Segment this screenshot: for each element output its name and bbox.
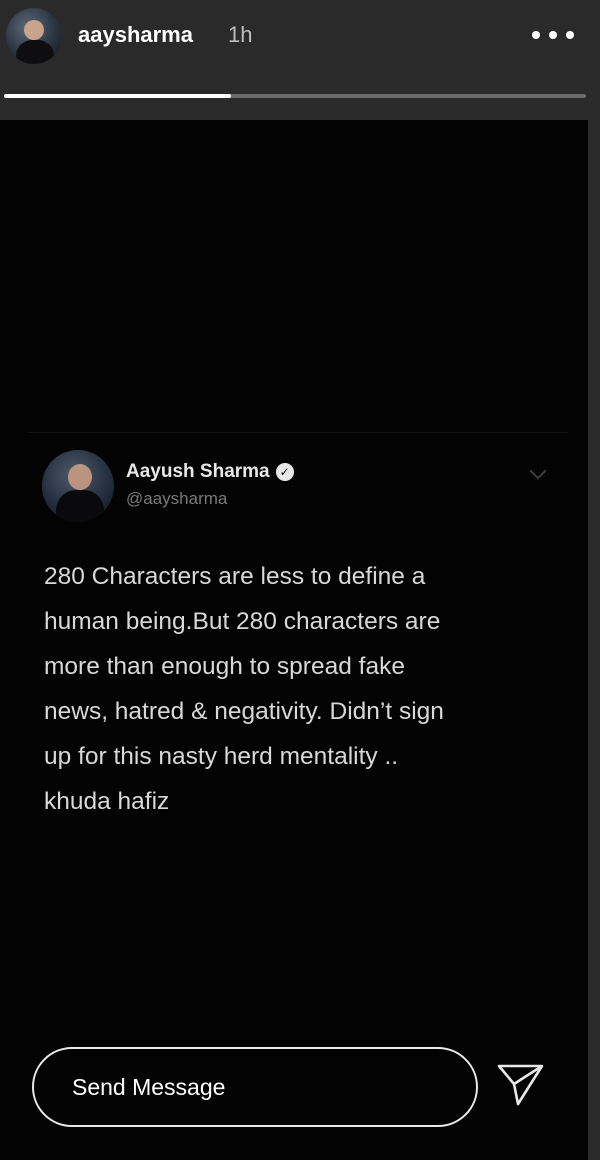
tweet-avatar	[42, 450, 114, 522]
dot	[532, 31, 540, 39]
avatar-face	[24, 20, 44, 40]
profile-avatar[interactable]	[6, 8, 62, 64]
tweet-display-name: Aayush Sharma	[126, 461, 270, 482]
story-username[interactable]: aaysharma	[78, 22, 193, 48]
tweet-author-name: Aayush Sharma ✓	[126, 461, 294, 483]
avatar-face	[68, 464, 92, 490]
paper-plane-icon[interactable]	[496, 1062, 546, 1108]
avatar-body	[16, 40, 54, 64]
more-horizontal-icon[interactable]	[532, 30, 574, 40]
send-message-input[interactable]: Send Message	[32, 1047, 478, 1127]
avatar-body	[56, 490, 104, 522]
dot	[566, 31, 574, 39]
verified-badge-icon: ✓	[275, 463, 294, 481]
story-progress-bar	[4, 94, 586, 98]
tweet-divider	[28, 432, 568, 433]
story-viewer: aaysharma 1h Aayush Sharma ✓ @aaysharma …	[0, 0, 600, 1160]
story-progress-fill	[4, 94, 231, 98]
dot	[549, 31, 557, 39]
chevron-down-icon	[529, 462, 547, 480]
story-header: aaysharma 1h	[0, 0, 600, 120]
send-message-placeholder: Send Message	[72, 1073, 226, 1100]
tweet-text: 280 Characters are less to define a huma…	[44, 563, 444, 815]
story-timestamp: 1h	[228, 22, 253, 47]
tweet-handle: @aaysharma	[126, 489, 228, 508]
story-content[interactable]: Aayush Sharma ✓ @aaysharma 280 Character…	[0, 120, 588, 1160]
